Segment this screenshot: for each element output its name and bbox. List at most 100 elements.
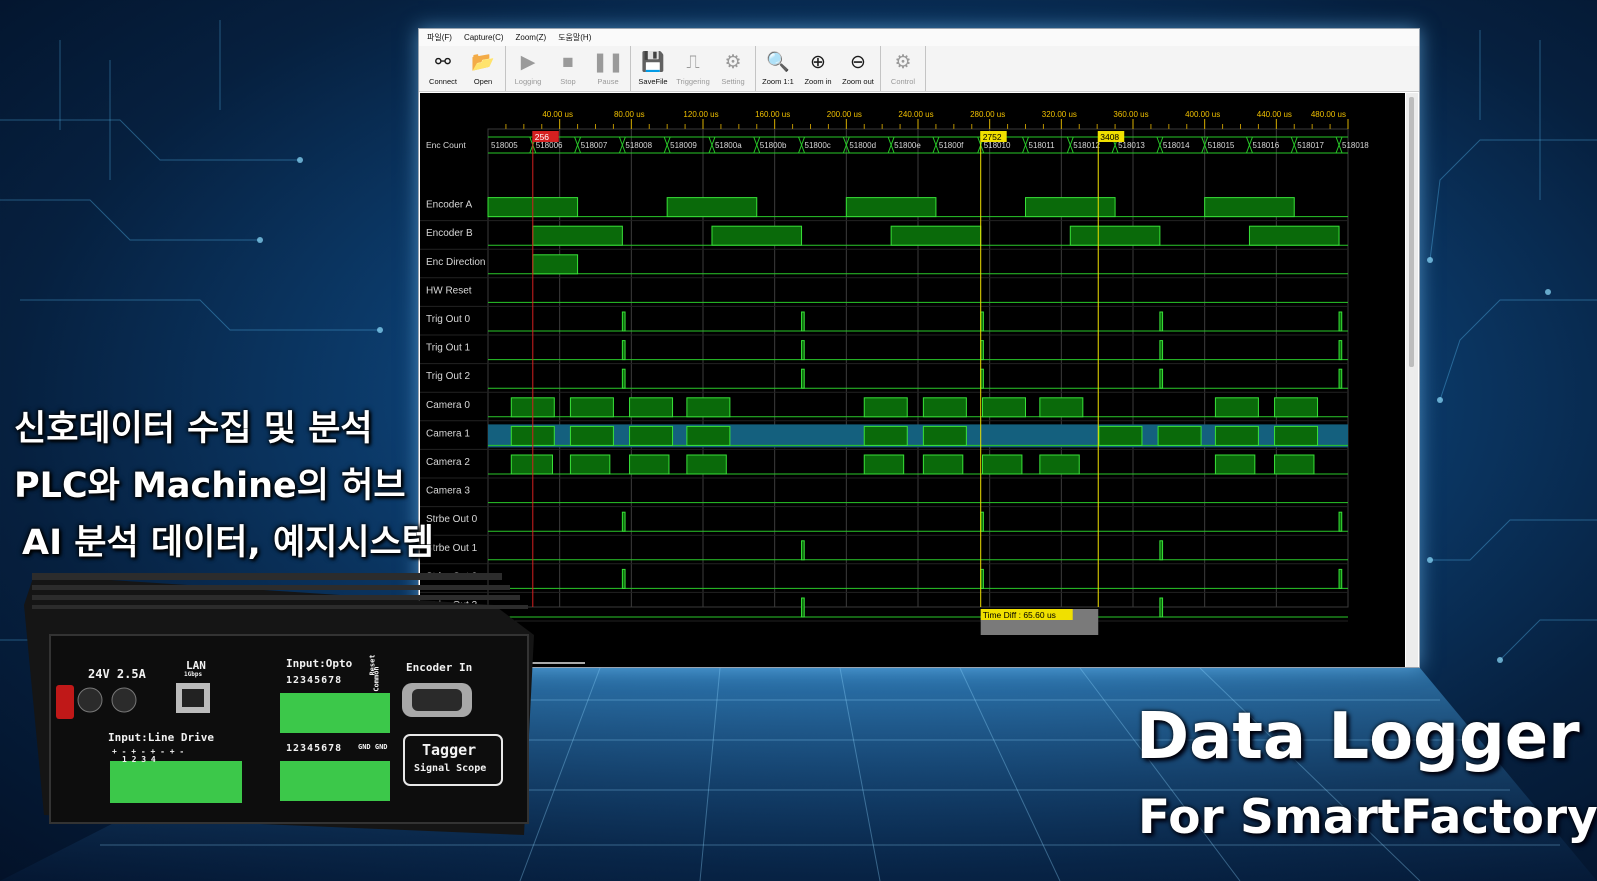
time-tick-label: 400.00 us — [1185, 110, 1220, 119]
menu-file[interactable]: 파일(F) — [427, 32, 452, 43]
power-label: 24V 2.5A — [88, 667, 146, 681]
signal-pulse — [686, 425, 731, 446]
signal-pulse — [845, 197, 937, 218]
signal-scope-label: Signal Scope — [414, 763, 487, 774]
signal-pulse — [1274, 397, 1319, 418]
toolbar-button-label: Stop — [560, 76, 576, 86]
signal-pulse — [1338, 568, 1343, 589]
zoom-in-button[interactable]: ⊕ Zoom in — [798, 46, 838, 91]
zoom-1-1-button[interactable]: 🔍 Zoom 1:1 — [758, 46, 798, 91]
toolbar-group: 💾 SaveFile ⎍ Triggering ⚙ Setting — [633, 46, 756, 91]
signal-pulse — [1069, 225, 1161, 246]
signal-pulse — [1157, 425, 1202, 446]
setting-button[interactable]: ⚙ Setting — [713, 46, 753, 91]
zoom-reset-icon: 🔍 — [766, 51, 790, 73]
pause-icon: ❚❚ — [592, 51, 624, 73]
savefile-button[interactable]: 💾 SaveFile — [633, 46, 673, 91]
signal-pulse — [1338, 340, 1343, 361]
signal-pulse — [569, 397, 614, 418]
logging-icon: ▶ — [520, 51, 536, 73]
menu-capture[interactable]: Capture(C) — [464, 33, 504, 42]
toolbar-button-label: Pause — [597, 76, 619, 86]
control-button[interactable]: ⚙ Control — [883, 46, 923, 91]
opto-numbers-2: 12345678 — [286, 743, 343, 754]
save-icon: 💾 — [641, 51, 665, 73]
line-drive-numbers: 1 2 3 4 — [122, 755, 156, 764]
time-tick-label: 240.00 us — [898, 110, 933, 119]
vertical-scrollbar[interactable] — [1406, 93, 1418, 667]
pause-button[interactable]: ❚❚ Pause — [588, 46, 628, 91]
stop-icon: ■ — [562, 51, 574, 73]
triggering-button[interactable]: ⎍ Triggering — [673, 46, 713, 91]
zoom-out-button[interactable]: ⊖ Zoom out — [838, 46, 878, 91]
waveform-scope[interactable]: 40.00 us 80.00 us 120.00 us 160.00 us 200.00… — [420, 93, 1405, 667]
time-diff-label: Time Diff : 65.60 us — [983, 610, 1056, 620]
signal-pulse — [922, 397, 967, 418]
signal-pulse — [1159, 597, 1164, 618]
signal-pulse — [1274, 454, 1315, 475]
toolbar-button-label: Zoom in — [804, 76, 832, 86]
time-tick-label: 80.00 us — [614, 110, 645, 119]
signal-pulse — [629, 397, 674, 418]
menu-help[interactable]: 도움말(H) — [558, 32, 591, 43]
device-body — [24, 573, 534, 835]
signal-pulse — [621, 340, 626, 361]
enc-value: 518014 — [1163, 141, 1190, 150]
signal-pulse — [569, 454, 611, 475]
signal-pulse — [1214, 397, 1259, 418]
scrollbar-thumb[interactable] — [1409, 97, 1414, 367]
channel-label: Trig Out 0 — [426, 314, 471, 325]
connect-button[interactable]: ⚯ Connect — [423, 46, 463, 91]
enc-value: 518012 — [1073, 141, 1100, 150]
time-tick-label: 40.00 us — [542, 110, 573, 119]
toolbar-button-label: Control — [890, 76, 916, 86]
signal-pulse — [1159, 311, 1164, 332]
signal-pulse — [982, 454, 1023, 475]
signal-pulse — [801, 340, 805, 361]
signal-pulse — [801, 311, 805, 332]
signal-pulse — [922, 454, 964, 475]
toolbar-button-label: Connect — [429, 76, 457, 86]
headline-line-3: AI 분석 데이터, 예지시스템 — [22, 523, 434, 563]
cursor-label: 2752 — [983, 132, 1002, 142]
signal-pulse — [629, 425, 674, 446]
zoom-out-icon: ⊖ — [850, 51, 866, 73]
signal-pulse — [982, 397, 1026, 418]
channel-label: Camera 3 — [426, 486, 470, 497]
folder-open-icon: 📂 — [471, 51, 495, 73]
time-tick-label: 480.00 us — [1311, 110, 1346, 119]
tagger-label: Tagger — [422, 741, 477, 759]
enc-value: 518017 — [1297, 141, 1324, 150]
signal-pulse — [1338, 511, 1343, 532]
stop-button[interactable]: ■ Stop — [548, 46, 588, 91]
signal-pulse — [629, 454, 670, 475]
signal-pulse — [510, 454, 553, 475]
enc-value: 518010 — [984, 141, 1011, 150]
logging-button[interactable]: ▶ Logging — [508, 46, 548, 91]
headline-line-2: PLC와 Machine의 허브 — [14, 466, 406, 506]
toolbar-button-label: Triggering — [676, 76, 710, 86]
menu-zoom[interactable]: Zoom(Z) — [516, 33, 547, 42]
brand-title: Data Logger — [1136, 700, 1580, 774]
enc-count-label: Enc Count — [426, 140, 466, 150]
time-tick-label: 360.00 us — [1113, 110, 1148, 119]
toolbar-group: 🔍 Zoom 1:1 ⊕ Zoom in ⊖ Zoom out — [758, 46, 881, 91]
signal-pulse — [1159, 368, 1164, 389]
toolbar-button-label: Zoom 1:1 — [762, 76, 794, 86]
signal-pulse — [1025, 197, 1116, 218]
enc-value: 518006 — [536, 141, 563, 150]
signal-pulse — [1204, 197, 1295, 218]
encoder-in-label: Encoder In — [406, 661, 473, 674]
signal-pulse — [686, 454, 727, 475]
open-button[interactable]: 📂 Open — [463, 46, 503, 91]
zoom-in-icon: ⊕ — [810, 51, 826, 73]
signal-pulse — [1248, 225, 1340, 246]
waveform-canvas[interactable]: 40.00 us 80.00 us 120.00 us 160.00 us 200.00… — [420, 93, 1405, 667]
enc-value: 518011 — [1029, 141, 1056, 150]
time-tick-label: 160.00 us — [755, 110, 790, 119]
enc-value: 518013 — [1118, 141, 1145, 150]
enc-value: 51800f — [939, 141, 964, 150]
enc-value: 518018 — [1342, 141, 1369, 150]
signal-pulse — [1338, 368, 1343, 389]
signal-pulse — [801, 368, 805, 389]
